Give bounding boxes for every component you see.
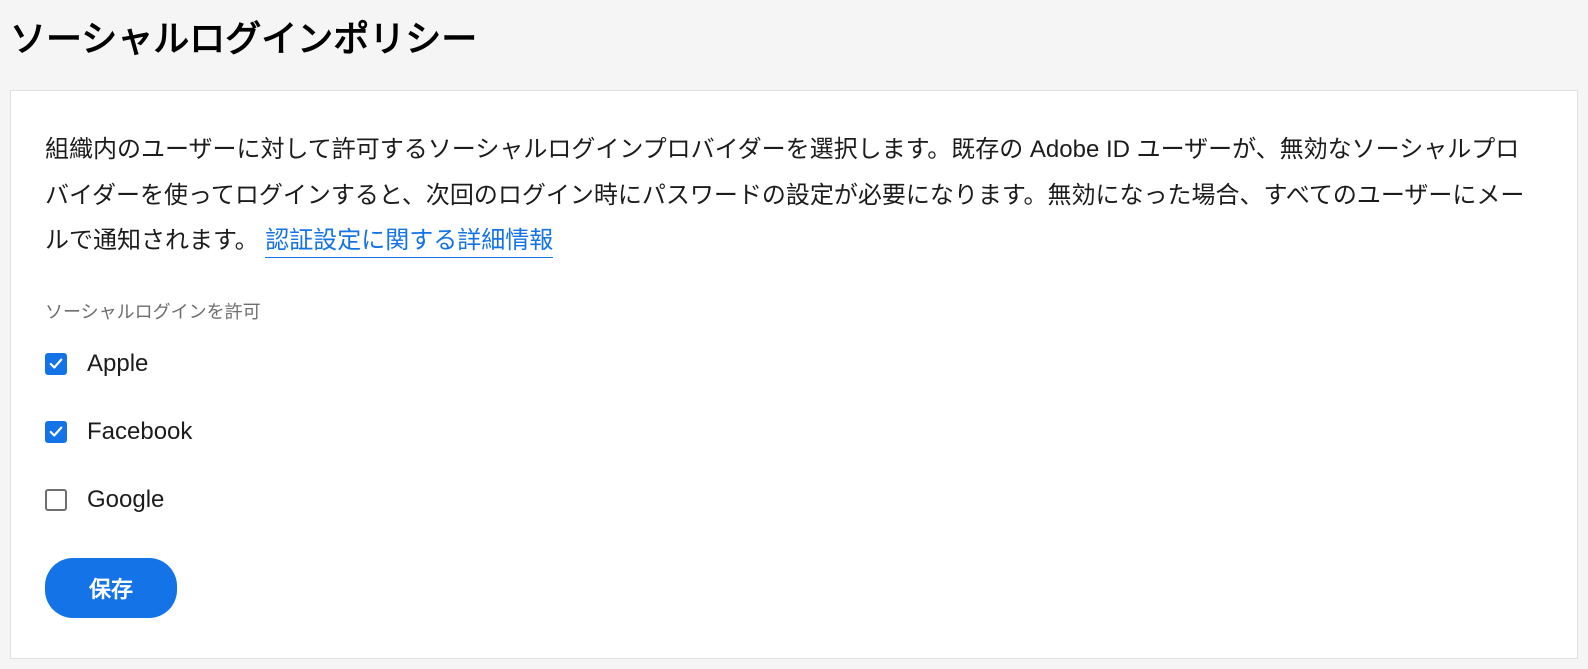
provider-row-facebook: Facebook: [45, 418, 1543, 446]
checkmark-icon: [49, 425, 63, 439]
save-button[interactable]: 保存: [45, 558, 177, 618]
checkbox-label-google: Google: [87, 486, 164, 514]
page-title: ソーシャルログインポリシー: [10, 10, 1578, 62]
checkmark-icon: [49, 357, 63, 371]
checkbox-apple[interactable]: [45, 353, 67, 375]
policy-description: 組織内のユーザーに対して許可するソーシャルログインプロバイダーを選択します。既存…: [45, 127, 1543, 264]
provider-row-apple: Apple: [45, 350, 1543, 378]
section-label: ソーシャルログインを許可: [45, 298, 1543, 324]
policy-panel: 組織内のユーザーに対して許可するソーシャルログインプロバイダーを選択します。既存…: [10, 90, 1578, 659]
checkbox-label-apple: Apple: [87, 350, 148, 378]
checkbox-facebook[interactable]: [45, 421, 67, 443]
provider-checkbox-list: Apple Facebook Google: [45, 350, 1543, 514]
checkbox-google[interactable]: [45, 489, 67, 511]
auth-details-link[interactable]: 認証設定に関する詳細情報: [265, 227, 553, 258]
provider-row-google: Google: [45, 486, 1543, 514]
checkbox-label-facebook: Facebook: [87, 418, 192, 446]
